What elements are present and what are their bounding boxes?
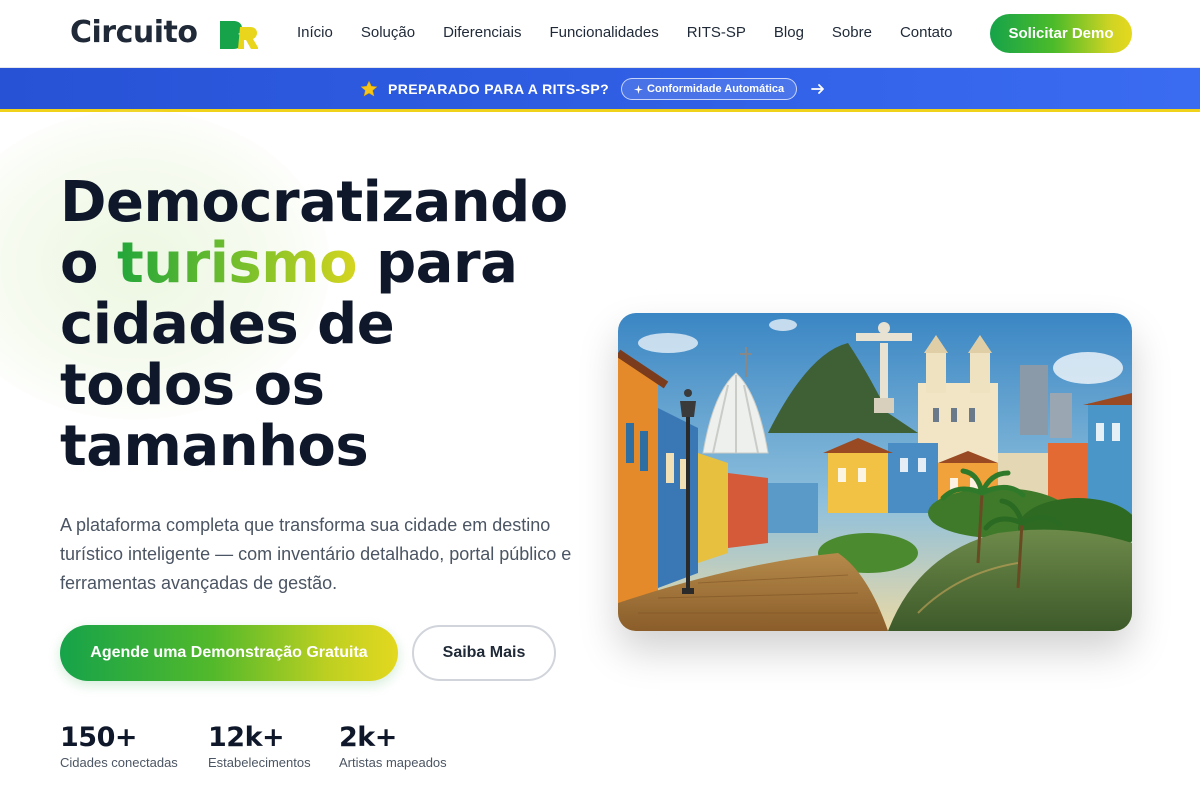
stat-cities: 150+ Cidades conectadas xyxy=(60,722,178,770)
hero-title-line-1: Democratizando xyxy=(60,170,568,235)
stat-number: 12k+ xyxy=(208,722,285,753)
hero-title: Democratizando o turismo para cidades de… xyxy=(60,172,620,477)
logo-text: Circuito xyxy=(70,15,198,50)
hero-title-para: para xyxy=(357,231,518,296)
stat-label: Artistas mapeados xyxy=(339,755,447,770)
site-header: Circuito BR Início Solução Diferenciais … xyxy=(0,0,1200,68)
nav-item-inicio[interactable]: Início xyxy=(297,24,333,41)
request-demo-button[interactable]: Solicitar Demo xyxy=(990,14,1132,53)
stat-label: Estabelecimentos xyxy=(208,755,311,770)
brazil-landmarks-illustration xyxy=(618,313,1132,631)
hero-description: A plataforma completa que transforma sua… xyxy=(60,515,572,593)
compliance-pill-label: Conformidade Automática xyxy=(647,83,785,95)
nav-item-contato[interactable]: Contato xyxy=(900,24,953,41)
hero-illustration xyxy=(618,313,1132,631)
stat-number: 150+ xyxy=(60,722,137,753)
sparkle-icon xyxy=(634,84,644,94)
learn-more-button[interactable]: Saiba Mais xyxy=(412,625,556,681)
banner-content: PREPARADO PARA A RITS-SP? Conformidade A… xyxy=(360,78,825,100)
logo[interactable]: Circuito BR xyxy=(70,15,258,50)
hero-title-line-5: tamanhos xyxy=(60,414,369,479)
stat-label: Cidades conectadas xyxy=(60,755,178,770)
stat-number: 2k+ xyxy=(339,722,397,753)
hero-title-line-3: cidades de xyxy=(60,292,395,357)
hero-title-o: o xyxy=(60,231,117,296)
nav-item-solucao[interactable]: Solução xyxy=(361,24,415,41)
stat-artists: 2k+ Artistas mapeados xyxy=(339,722,447,770)
nav-item-rits-sp[interactable]: RITS-SP xyxy=(687,24,746,41)
arrow-right-icon[interactable] xyxy=(811,82,825,96)
stat-establishments: 12k+ Estabelecimentos xyxy=(208,722,311,770)
hero-title-line-4: todos os xyxy=(60,353,325,418)
rits-banner[interactable]: PREPARADO PARA A RITS-SP? Conformidade A… xyxy=(0,68,1200,112)
schedule-demo-button[interactable]: Agende uma Demonstração Gratuita xyxy=(60,625,398,681)
nav-item-blog[interactable]: Blog xyxy=(774,24,804,41)
hero-title-accent: turismo xyxy=(116,231,358,296)
main-nav: Início Solução Diferenciais Funcionalida… xyxy=(297,24,981,41)
nav-item-funcionalidades[interactable]: Funcionalidades xyxy=(549,24,658,41)
logo-br-mark xyxy=(220,21,258,49)
star-icon xyxy=(360,80,378,97)
nav-item-sobre[interactable]: Sobre xyxy=(832,24,872,41)
compliance-pill[interactable]: Conformidade Automática xyxy=(621,78,798,100)
banner-text: PREPARADO PARA A RITS-SP? xyxy=(388,81,610,97)
nav-item-diferenciais[interactable]: Diferenciais xyxy=(443,24,521,41)
